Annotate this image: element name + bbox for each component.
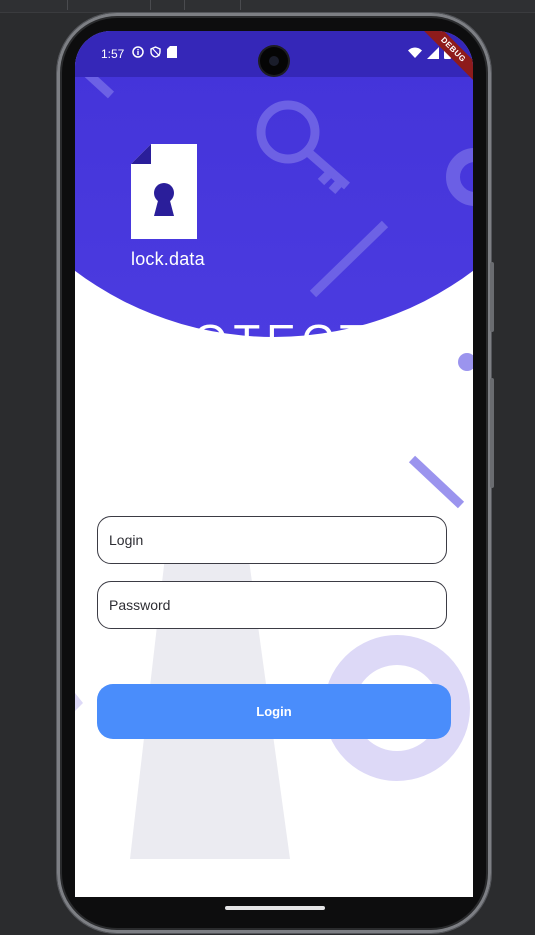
password-field[interactable]: Password <box>97 581 447 629</box>
login-button[interactable]: Login <box>97 684 451 739</box>
trust-text: People trust us! <box>220 493 356 510</box>
phone-power-button <box>490 378 494 488</box>
headline-line-1: PROTECT <box>120 316 373 365</box>
hero-headline: PROTECT YOUR DATA WITH US. <box>120 312 424 486</box>
ide-toolbar-strip <box>0 0 535 13</box>
phone-volume-button <box>490 262 494 332</box>
wifi-icon <box>408 47 422 58</box>
headline-line-3: WITH US. <box>120 432 366 481</box>
app-screen: 1:57 DEBUG lock.data PROTECT YOUR DATA W… <box>75 31 473 897</box>
trust-tagline: 230,100.04 People trust us! <box>119 493 355 511</box>
login-placeholder: Login <box>109 532 144 548</box>
status-time: 1:57 <box>101 47 125 61</box>
keyhole-icon <box>154 183 174 216</box>
password-placeholder: Password <box>109 597 171 613</box>
home-indicator[interactable] <box>225 906 325 910</box>
trust-count: 230,100.04 <box>119 493 215 510</box>
shield-icon <box>150 46 161 58</box>
login-button-label: Login <box>256 704 292 719</box>
cellular-icon <box>427 46 439 59</box>
brand-name: lock.data <box>131 249 205 269</box>
login-field[interactable]: Login <box>97 516 447 564</box>
front-camera <box>260 47 288 75</box>
sd-card-icon <box>167 46 177 58</box>
headline-line-2: YOUR DATA <box>120 374 425 423</box>
info-icon <box>132 46 144 58</box>
